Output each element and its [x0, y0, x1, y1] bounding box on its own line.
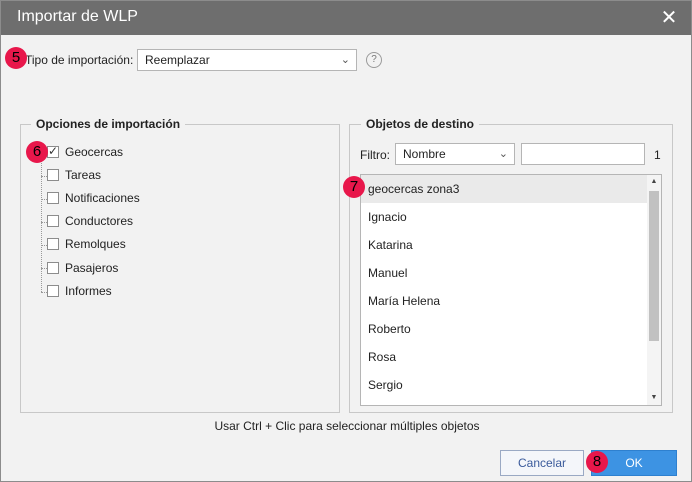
filter-input[interactable]: [521, 143, 645, 165]
list-item[interactable]: Manuel: [361, 259, 647, 287]
list-item[interactable]: Ignacio: [361, 203, 647, 231]
close-icon[interactable]: ✕: [657, 6, 681, 30]
option-label-geocercas: Geocercas: [65, 145, 124, 159]
option-label-informes: Informes: [65, 284, 112, 298]
import-type-label: Tipo de importación:: [25, 53, 134, 67]
list-item[interactable]: geocercas zona3: [361, 175, 647, 203]
list-item[interactable]: Katarina: [361, 231, 647, 259]
scroll-up-icon[interactable]: ▲: [647, 175, 661, 189]
list-item[interactable]: Roberto: [361, 315, 647, 343]
import-type-select[interactable]: Reemplazar ⌄: [137, 49, 357, 71]
list-item[interactable]: María Helena: [361, 287, 647, 315]
annotation-badge-6: 6: [26, 141, 48, 163]
checkbox-notificaciones[interactable]: [47, 192, 59, 204]
import-type-value: Reemplazar: [145, 53, 210, 67]
cancel-button[interactable]: Cancelar: [500, 450, 584, 476]
checkbox-conductores[interactable]: [47, 215, 59, 227]
title-bar: Importar de WLP ✕: [1, 1, 691, 35]
help-icon[interactable]: ?: [366, 52, 382, 68]
option-label-notificaciones: Notificaciones: [65, 191, 140, 205]
dialog-title: Importar de WLP: [17, 8, 138, 25]
result-count: 1: [654, 148, 661, 162]
target-objects-list[interactable]: geocercas zona3 Ignacio Katarina Manuel …: [360, 174, 662, 406]
checkbox-geocercas[interactable]: [47, 144, 59, 158]
list-scrollbar[interactable]: ▲ ▼: [647, 175, 661, 405]
annotation-badge-8: 8: [586, 451, 608, 473]
list-item[interactable]: Sergio: [361, 371, 647, 399]
import-dialog: Importar de WLP ✕ 5 Tipo de importación:…: [0, 0, 692, 482]
filter-field-select[interactable]: Nombre ⌄: [395, 143, 515, 165]
annotation-badge-7: 7: [343, 176, 365, 198]
scroll-down-icon[interactable]: ▼: [647, 391, 661, 405]
checkbox-remolques[interactable]: [47, 238, 59, 250]
checkbox-tareas[interactable]: [47, 169, 59, 181]
import-options-legend: Opciones de importación: [31, 117, 186, 131]
option-label-remolques: Remolques: [65, 237, 126, 251]
filter-label: Filtro:: [360, 148, 390, 162]
chevron-down-icon: ⌄: [498, 148, 508, 160]
chevron-down-icon: ⌄: [340, 54, 350, 66]
option-label-pasajeros: Pasajeros: [65, 261, 119, 275]
option-label-conductores: Conductores: [65, 214, 134, 228]
scroll-thumb[interactable]: [649, 191, 659, 341]
multi-select-hint: Usar Ctrl + Clic para seleccionar múltip…: [214, 419, 480, 433]
annotation-badge-5: 5: [5, 47, 27, 69]
filter-field-value: Nombre: [403, 147, 446, 161]
option-label-tareas: Tareas: [65, 168, 102, 182]
checkbox-pasajeros[interactable]: [47, 262, 59, 274]
target-objects-legend: Objetos de destino: [361, 117, 480, 131]
list-item[interactable]: Rosa: [361, 343, 647, 371]
checkbox-informes[interactable]: [47, 285, 59, 297]
